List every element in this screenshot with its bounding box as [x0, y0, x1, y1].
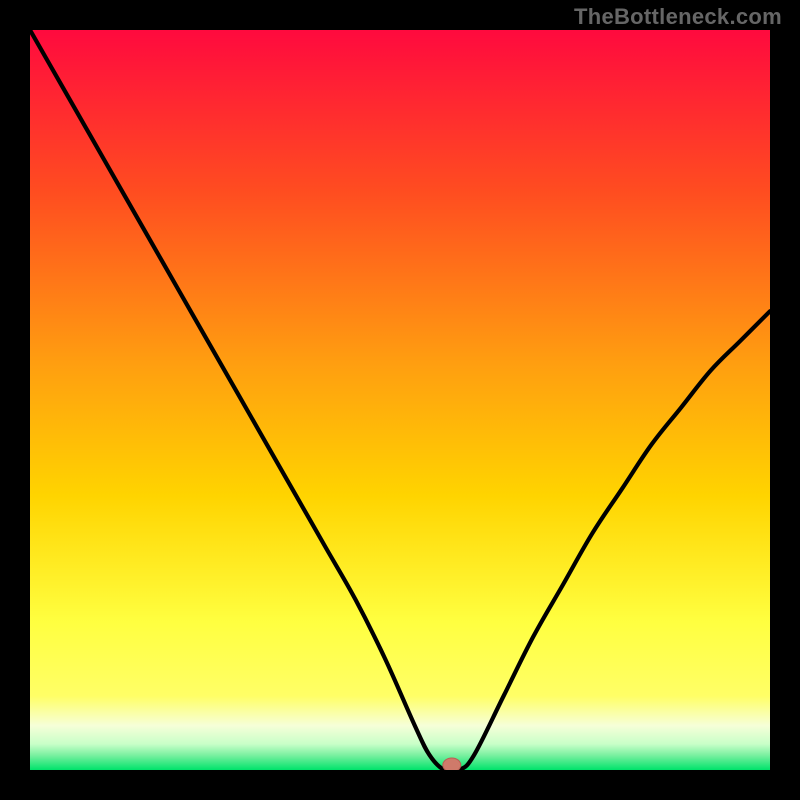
gradient-background [30, 30, 770, 770]
plot-area [30, 30, 770, 770]
watermark-label: TheBottleneck.com [574, 4, 782, 30]
chart-frame: TheBottleneck.com [0, 0, 800, 800]
optimal-point-marker [443, 758, 461, 770]
chart-svg [30, 30, 770, 770]
